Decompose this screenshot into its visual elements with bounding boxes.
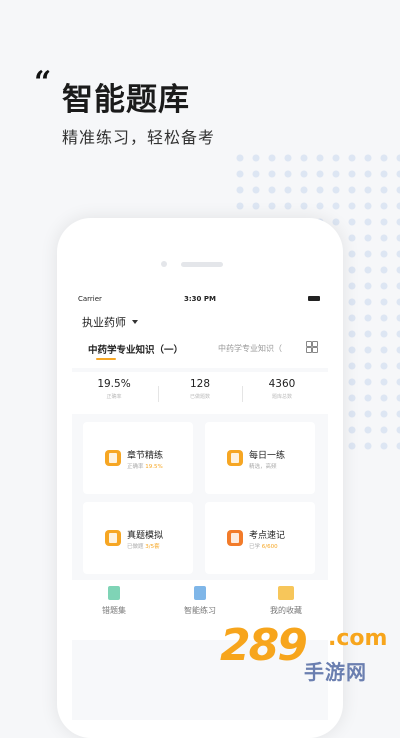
tab-active-indicator (96, 358, 116, 360)
smart-practice-icon (194, 586, 206, 600)
favorites-folder-icon (278, 586, 294, 600)
book-icon (105, 450, 121, 466)
card-title: 章节精练 (127, 451, 164, 461)
card-subtitle: 精选，高频 (249, 464, 277, 470)
hero-quote-mark: “ (34, 65, 52, 100)
stat-value: 19.5% (97, 378, 131, 390)
grid-menu-icon[interactable] (306, 341, 318, 353)
site-watermark: 289 .com 手游网 (220, 620, 395, 700)
stat-divider (242, 386, 243, 402)
nav-wrong-questions[interactable]: 错题集 (84, 586, 144, 616)
battery-icon (308, 296, 320, 301)
nav-label: 错题集 (102, 606, 126, 615)
card-title: 考点速记 (249, 531, 286, 541)
stat-value: 128 (189, 378, 211, 390)
tab-subject-other[interactable]: 中药学专业知识（ (218, 343, 296, 354)
document-icon (105, 530, 121, 546)
phone-camera (161, 261, 167, 267)
stat-accuracy: 19.5% 正确率 (82, 378, 146, 400)
nav-label: 我的收藏 (270, 606, 302, 615)
app-header: 执业药师 中药学专业知识（一） 中药学专业知识（ (72, 308, 328, 368)
nav-favorites[interactable]: 我的收藏 (256, 586, 316, 616)
card-mock-exam[interactable]: 真题模拟 已做题 3/5套 (83, 502, 193, 574)
status-bar: Carrier 3:30 PM (72, 290, 328, 308)
card-key-points[interactable]: 考点速记 已学 6/600 (205, 502, 315, 574)
stats-panel: 19.5% 正确率 128 已做题数 4360 题库总数 (72, 372, 328, 414)
stat-divider (158, 386, 159, 402)
card-subtitle: 已做题 3/5套 (127, 544, 160, 550)
watermark-domain: .com (328, 626, 388, 651)
stat-value: 4360 (268, 378, 296, 390)
exam-selector[interactable]: 执业药师 (82, 314, 138, 330)
card-subtitle: 已学 6/600 (249, 544, 278, 550)
notebook-icon (227, 530, 243, 546)
card-chapter-practice[interactable]: 章节精练 正确率 19.5% (83, 422, 193, 494)
phone-speaker (181, 262, 223, 267)
nav-label: 智能练习 (184, 606, 216, 615)
stat-label: 正确率 (106, 394, 122, 400)
card-title: 真题模拟 (127, 531, 164, 541)
calendar-icon (227, 450, 243, 466)
exam-selector-label: 执业药师 (82, 316, 126, 329)
card-daily-practice[interactable]: 每日一练 精选，高频 (205, 422, 315, 494)
card-title: 每日一练 (249, 451, 286, 461)
stat-total: 4360 题库总数 (250, 378, 314, 400)
stat-done: 128 已做题数 (168, 378, 232, 400)
wrong-questions-icon (108, 586, 120, 600)
card-subtitle: 正确率 19.5% (127, 464, 163, 470)
hero-subtitle: 精准练习，轻松备考 (62, 128, 216, 147)
status-time: 3:30 PM (184, 295, 216, 303)
watermark-number: 289 (220, 620, 308, 671)
caret-down-icon (132, 320, 138, 324)
stat-label: 已做题数 (189, 394, 210, 400)
tab-subject-active[interactable]: 中药学专业知识（一） (88, 342, 183, 356)
watermark-name: 手游网 (304, 660, 367, 684)
stat-label: 题库总数 (271, 394, 292, 400)
nav-smart-practice[interactable]: 智能练习 (170, 586, 230, 616)
hero-title: 智能题库 (62, 82, 190, 118)
